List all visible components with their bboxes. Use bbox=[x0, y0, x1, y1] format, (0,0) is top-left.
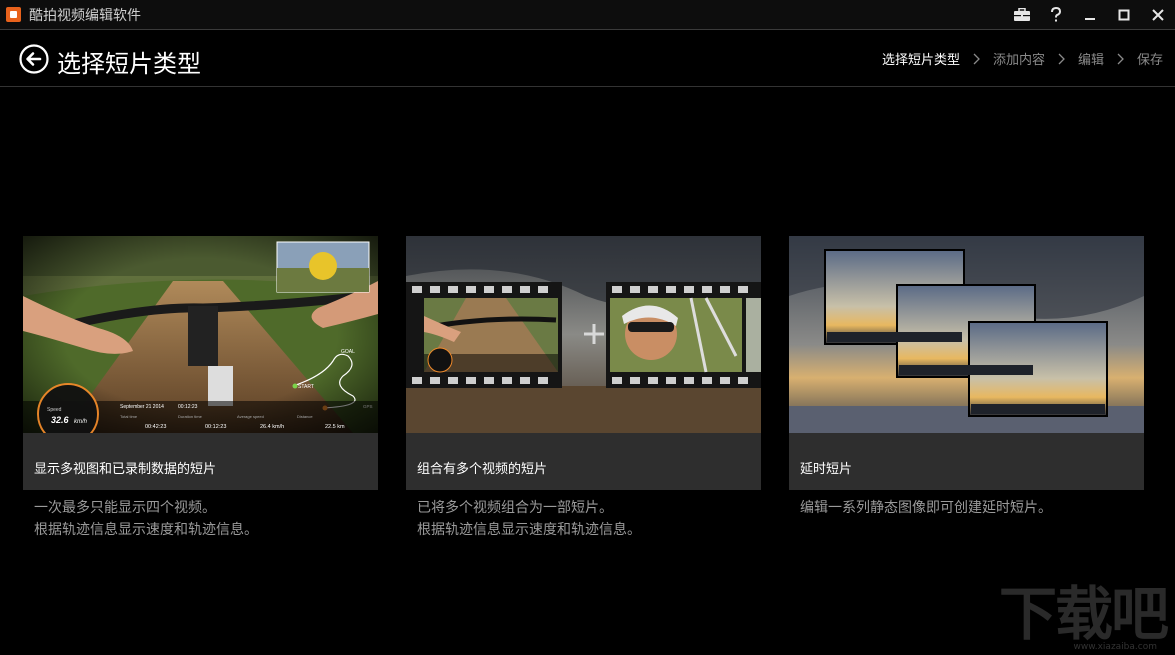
close-button[interactable] bbox=[1141, 0, 1175, 29]
card-label-timelapse: 延时短片 bbox=[800, 462, 853, 477]
page-header: 选择短片类型 选择短片类型 添加内容 编辑 保存 bbox=[0, 30, 1175, 87]
distance-value: 22.5 km bbox=[325, 424, 345, 430]
speed-unit: km/h bbox=[74, 419, 88, 425]
start-marker-label: START bbox=[298, 384, 314, 390]
back-button[interactable] bbox=[19, 44, 49, 74]
breadcrumb-add-content[interactable]: 添加内容 bbox=[993, 49, 1045, 68]
maximize-button[interactable] bbox=[1107, 0, 1141, 29]
card-multiview-data[interactable]: GOAL START GPS Speed 32.6 km/h September… bbox=[23, 236, 378, 490]
app-logo-icon bbox=[6, 7, 21, 22]
card-desc-multiview: 一次最多只能显示四个视频。 根据轨迹信息显示速度和轨迹信息。 bbox=[34, 497, 258, 541]
chevron-right-icon bbox=[1058, 53, 1065, 65]
card-timelapse[interactable]: 延时短片 bbox=[789, 236, 1144, 490]
toolbox-button[interactable] bbox=[1005, 0, 1039, 29]
card-label-combined: 组合有多个视频的短片 bbox=[417, 462, 548, 477]
desc-line: 编辑一系列静态图像即可创建延时短片。 bbox=[800, 500, 1052, 516]
title-bar: 酷拍视频编辑软件 bbox=[0, 0, 1175, 30]
multiview-thumbnail: GOAL START GPS Speed 32.6 km/h September… bbox=[23, 236, 378, 433]
back-arrow-icon bbox=[19, 44, 49, 74]
avg-speed-value: 26.4 km/h bbox=[260, 424, 284, 430]
timelapse-thumbnail bbox=[789, 236, 1144, 433]
chevron-right-icon bbox=[973, 53, 980, 65]
watermark-url: www.xiazaiba.com bbox=[1073, 642, 1157, 652]
breadcrumb-edit[interactable]: 编辑 bbox=[1078, 49, 1104, 68]
desc-line: 根据轨迹信息显示速度和轨迹信息。 bbox=[34, 522, 258, 538]
desc-line: 根据轨迹信息显示速度和轨迹信息。 bbox=[417, 522, 641, 538]
close-icon bbox=[1152, 8, 1164, 21]
duration-value: 00:12:23 bbox=[205, 424, 226, 430]
card-desc-combined: 已将多个视频组合为一部短片。 根据轨迹信息显示速度和轨迹信息。 bbox=[417, 497, 641, 541]
speed-label: Speed bbox=[47, 407, 62, 413]
page-title: 选择短片类型 bbox=[57, 50, 201, 78]
chevron-right-icon bbox=[1117, 53, 1124, 65]
card-combined-videos[interactable]: 组合有多个视频的短片 bbox=[406, 236, 761, 490]
distance-label: Distance bbox=[297, 414, 313, 419]
help-icon bbox=[1051, 6, 1062, 21]
app-title: 酷拍视频编辑软件 bbox=[29, 7, 141, 24]
total-time-value: 00:42:23 bbox=[145, 424, 166, 430]
combined-thumbnail bbox=[406, 236, 761, 433]
toolbox-icon bbox=[1014, 7, 1030, 21]
breadcrumb-save[interactable]: 保存 bbox=[1137, 49, 1163, 68]
minimize-button[interactable] bbox=[1073, 0, 1107, 29]
desc-line: 已将多个视频组合为一部短片。 bbox=[417, 500, 613, 516]
window-controls bbox=[1005, 0, 1175, 29]
total-time-label: Total time bbox=[120, 414, 138, 419]
date-text: September 21 2014 bbox=[120, 404, 164, 410]
speed-value: 32.6 bbox=[51, 415, 70, 425]
avg-speed-label: Average speed bbox=[237, 414, 264, 419]
card-label-multiview: 显示多视图和已录制数据的短片 bbox=[34, 462, 217, 477]
help-button[interactable] bbox=[1039, 0, 1073, 29]
goal-marker-label: GOAL bbox=[341, 349, 355, 355]
breadcrumb: 选择短片类型 添加内容 编辑 保存 bbox=[882, 49, 1163, 68]
breadcrumb-select-type[interactable]: 选择短片类型 bbox=[882, 49, 960, 68]
card-desc-timelapse: 编辑一系列静态图像即可创建延时短片。 bbox=[800, 497, 1052, 519]
desc-line: 一次最多只能显示四个视频。 bbox=[34, 500, 216, 516]
watermark-logo: 下载吧 bbox=[998, 580, 1169, 648]
minimize-icon bbox=[1085, 17, 1095, 20]
maximize-icon bbox=[1118, 9, 1130, 20]
duration-label: Duration time bbox=[178, 414, 203, 419]
time-text: 00:12:23 bbox=[178, 404, 198, 410]
